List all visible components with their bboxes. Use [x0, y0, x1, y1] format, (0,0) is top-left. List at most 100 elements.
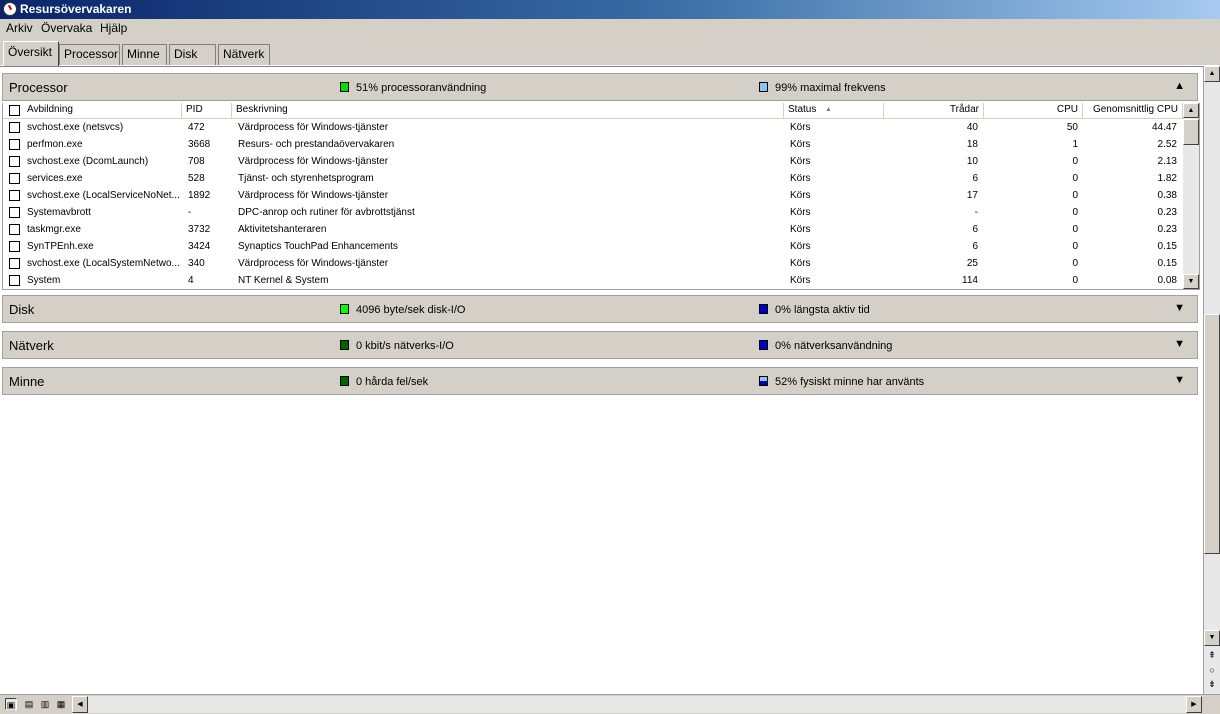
- row-checkbox[interactable]: [9, 190, 20, 201]
- collapse-up-icon[interactable]: ▲: [1174, 80, 1185, 92]
- table-row[interactable]: taskmgr.exe 3732 Aktivitetshanteraren Körs 6…: [3, 221, 1183, 238]
- network-io-swatch: [340, 340, 349, 350]
- table-row[interactable]: svchost.exe (LocalServiceNoNet... 1892 Vär…: [3, 187, 1183, 204]
- cell-cpu: 0: [1072, 258, 1078, 269]
- row-checkbox[interactable]: [9, 224, 20, 235]
- cell-status: Körs: [790, 156, 811, 167]
- row-checkbox[interactable]: [9, 122, 20, 133]
- table-row[interactable]: services.exe 528 Tjänst- och styrenhetspro…: [3, 170, 1183, 187]
- expand-down-icon[interactable]: ▼: [1174, 302, 1185, 314]
- tab-natverk[interactable]: Nätverk: [218, 44, 270, 65]
- menu-hjalp[interactable]: Hjälp: [100, 19, 127, 38]
- scroll-down-icon[interactable]: ▼: [1204, 630, 1220, 646]
- scroll-right-icon[interactable]: ▶: [1186, 696, 1202, 713]
- cell-description: DPC-anrop och rutiner för avbrottstjänst: [238, 207, 415, 218]
- table-row[interactable]: svchost.exe (netsvcs) 472 Värdprocess för …: [3, 119, 1183, 136]
- tab-minne[interactable]: Minne: [122, 44, 167, 65]
- col-header-description[interactable]: Beskrivning: [232, 103, 784, 118]
- memory-section-header[interactable]: Minne 0 hårda fel/sek 52% fysiskt minne …: [2, 367, 1198, 395]
- cell-threads: 6: [972, 173, 978, 184]
- overview-panel: Processor 51% processoranvändning 99% ma…: [0, 66, 1203, 695]
- cell-threads: 25: [966, 258, 978, 269]
- expand-down-icon[interactable]: ▼: [1174, 374, 1185, 386]
- cell-cpu: 0: [1072, 224, 1078, 235]
- pane-restore-icon[interactable]: ○: [1204, 663, 1220, 677]
- row-checkbox[interactable]: [9, 156, 20, 167]
- col-header-cpu[interactable]: CPU: [984, 103, 1083, 118]
- table-header: Avbildning PID Beskrivning Status ▲ Tråd…: [3, 103, 1183, 119]
- cell-cpu: 50: [1066, 122, 1078, 133]
- physical-memory-text: 52% fysiskt minne har använts: [775, 376, 925, 388]
- scroll-thumb[interactable]: [1204, 314, 1220, 554]
- processor-section-header[interactable]: Processor 51% processoranvändning 99% ma…: [2, 73, 1198, 101]
- pane-down-icon[interactable]: ⇟: [1204, 677, 1220, 691]
- row-checkbox[interactable]: [9, 207, 20, 218]
- row-checkbox[interactable]: [9, 275, 20, 286]
- cell-threads: -: [974, 207, 978, 218]
- cell-description: Värdprocess för Windows-tjänster: [238, 258, 389, 269]
- row-checkbox[interactable]: [9, 139, 20, 150]
- table-row[interactable]: Systemavbrott - DPC-anrop och rutiner för …: [3, 204, 1183, 221]
- disk-section-title: Disk: [9, 302, 35, 317]
- table-row[interactable]: SynTPEnh.exe 3424 Synaptics TouchPad Enhan…: [3, 238, 1183, 255]
- col-header-status[interactable]: Status ▲: [784, 103, 884, 118]
- cpu-usage-text: 51% processoranvändning: [356, 82, 487, 94]
- col-header-image[interactable]: Avbildning: [23, 103, 182, 118]
- cell-pid: 1892: [188, 190, 211, 201]
- cell-pid: 340: [188, 258, 205, 269]
- scroll-up-icon[interactable]: ▲: [1204, 66, 1220, 82]
- row-checkbox[interactable]: [9, 173, 20, 184]
- cell-threads: 6: [972, 241, 978, 252]
- col-header-threads[interactable]: Trådar: [884, 103, 984, 118]
- cell-status: Körs: [790, 241, 811, 252]
- scroll-up-icon[interactable]: ▲: [1183, 103, 1199, 118]
- cell-description: Värdprocess för Windows-tjänster: [238, 190, 389, 201]
- view-list-icon[interactable]: ▤: [23, 698, 35, 710]
- pane-up-icon[interactable]: ⇞: [1204, 648, 1220, 662]
- menu-overvaka[interactable]: Övervaka: [41, 19, 92, 38]
- horizontal-scrollbar[interactable]: ◀ ▶: [72, 696, 1202, 713]
- cell-image: perfmon.exe: [27, 139, 83, 150]
- scroll-thumb[interactable]: [1183, 119, 1199, 145]
- table-row[interactable]: System 4 NT Kernel & System Körs 114 0 0.08: [3, 272, 1183, 289]
- cell-status: Körs: [790, 190, 811, 201]
- expand-down-icon[interactable]: ▼: [1174, 338, 1185, 350]
- max-frequency-text: 99% maximal frekvens: [775, 82, 886, 94]
- view-report-icon[interactable]: ▦: [55, 698, 67, 710]
- process-table-scrollbar[interactable]: ▲ ▼: [1183, 103, 1199, 289]
- network-section-header[interactable]: Nätverk 0 kbit/s nätverks-I/O 0% nätverk…: [2, 331, 1198, 359]
- cell-description: Värdprocess för Windows-tjänster: [238, 156, 389, 167]
- table-row[interactable]: perfmon.exe 3668 Resurs- och prestandaöver…: [3, 136, 1183, 153]
- cell-cpu: 0: [1072, 241, 1078, 252]
- cell-pid: 3732: [188, 224, 211, 235]
- table-row[interactable]: svchost.exe (LocalSystemNetwo... 340 Värdp…: [3, 255, 1183, 272]
- cell-image: SynTPEnh.exe: [27, 241, 94, 252]
- cell-cpu: 0: [1072, 275, 1078, 286]
- row-checkbox[interactable]: [9, 241, 20, 252]
- row-checkbox[interactable]: [9, 258, 20, 269]
- graph-pane-scrollbar[interactable]: ▲ ▼ ⇞ ○ ⇟: [1203, 66, 1220, 694]
- window-title: Resursövervakaren: [20, 2, 132, 16]
- tab-processor[interactable]: Processor: [59, 44, 120, 65]
- cell-image: svchost.exe (LocalServiceNoNet...: [27, 190, 180, 201]
- cell-image: svchost.exe (DcomLaunch): [27, 156, 149, 167]
- disk-section-header[interactable]: Disk 4096 byte/sek disk-I/O 0% längsta a…: [2, 295, 1198, 323]
- cell-cpu: 0: [1072, 207, 1078, 218]
- hard-faults-swatch: [340, 376, 349, 386]
- scroll-down-icon[interactable]: ▼: [1183, 274, 1199, 289]
- disk-io-swatch: [340, 304, 349, 314]
- scroll-left-icon[interactable]: ◀: [72, 696, 88, 713]
- menu-arkiv[interactable]: Arkiv: [6, 19, 33, 38]
- view-graph-icon[interactable]: ▣: [5, 698, 17, 710]
- cell-avg-cpu: 0.38: [1157, 190, 1177, 201]
- tab-disk[interactable]: Disk: [169, 44, 216, 65]
- network-usage-text: 0% nätverksanvändning: [775, 340, 893, 352]
- col-header-pid[interactable]: PID: [182, 103, 232, 118]
- table-row[interactable]: svchost.exe (DcomLaunch) 708 Värdprocess f…: [3, 153, 1183, 170]
- col-header-avg-cpu[interactable]: Genomsnittlig CPU: [1083, 103, 1183, 118]
- select-all-checkbox[interactable]: [9, 105, 20, 116]
- view-details-icon[interactable]: ▥: [39, 698, 51, 710]
- tab-oversikt[interactable]: Översikt: [3, 41, 59, 66]
- cell-avg-cpu: 0.15: [1157, 258, 1177, 269]
- cell-avg-cpu: 2.13: [1157, 156, 1177, 167]
